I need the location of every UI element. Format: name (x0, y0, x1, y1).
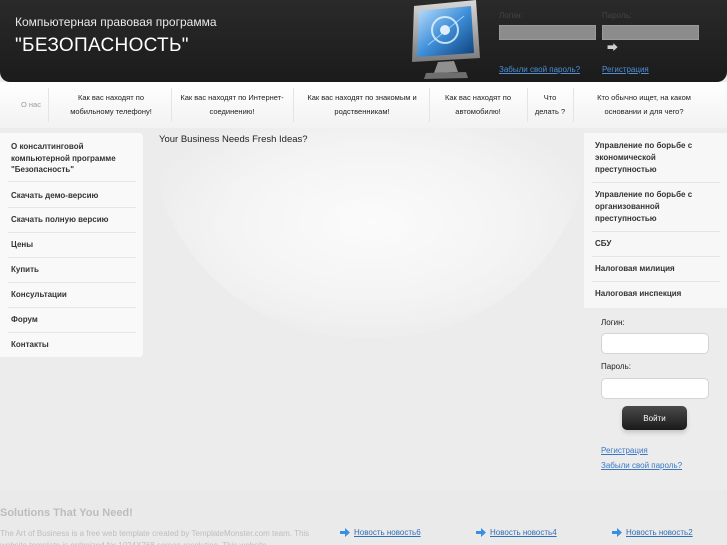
login-submit-button[interactable]: Войти (622, 406, 687, 430)
content-title: Your Business Needs Fresh Ideas? (159, 134, 308, 145)
header-register-link[interactable]: Регистрация (602, 65, 649, 74)
header-login-label: Логин: (499, 11, 523, 20)
header-forgot-password-link[interactable]: Забыли свой пароль? (499, 65, 580, 74)
nav-item-about[interactable]: О нас (14, 82, 48, 128)
nav-divider (527, 88, 528, 122)
left-menu-item-buy[interactable]: Купить (0, 264, 143, 276)
nav-divider (293, 88, 294, 122)
header-login-input[interactable] (499, 25, 596, 40)
left-menu-item-about-program[interactable]: О консалтинговой компьютерной программе … (0, 141, 143, 176)
nav-item-what-to-do[interactable]: Что делать ? (530, 82, 570, 128)
form-password-label: Пароль: (601, 362, 631, 371)
left-menu-item-full[interactable]: Скачать полную версию (0, 214, 143, 226)
left-menu-item-demo[interactable]: Скачать демо-версию (0, 190, 143, 202)
left-sidebar-menu: О консалтинговой компьютерной программе … (0, 133, 143, 357)
right-menu-item-economic-crime[interactable]: Управление по борьбе с экономической пре… (584, 140, 727, 176)
menu-divider (592, 281, 720, 282)
right-menu-item-tax-police[interactable]: Налоговая милиция (584, 263, 727, 275)
site-tagline: Компьютерная правовая программа (15, 15, 217, 29)
nav-item-internet[interactable]: Как вас находят по Интернет-соединению! (178, 82, 286, 128)
footer-news-label: Новость новость4 (490, 528, 557, 537)
right-menu-item-sbu[interactable]: СБУ (584, 238, 727, 250)
footer-news-label: Новость новость2 (626, 528, 693, 537)
arrow-right-icon (612, 528, 622, 537)
footer-news-label: Новость новость6 (354, 528, 421, 537)
nav-item-acquaintances[interactable]: Как вас находят по знакомым и родственни… (298, 82, 426, 128)
footer-news-link[interactable]: Новость новость6 (340, 528, 421, 537)
form-forgot-password-link[interactable]: Забыли свой пароль? (601, 461, 682, 470)
form-login-label: Логин: (601, 318, 625, 327)
menu-divider (592, 182, 720, 183)
footer-news-link[interactable]: Новость новость4 (476, 528, 557, 537)
footer: Solutions That You Need! The Art of Busi… (0, 490, 727, 545)
nav-item-mobile[interactable]: Как вас находят по мобильному телефону! (55, 82, 167, 128)
left-menu-item-prices[interactable]: Цены (0, 239, 143, 251)
header: Компьютерная правовая программа "БЕЗОПАС… (0, 0, 727, 82)
menu-divider (592, 231, 720, 232)
menu-divider (8, 332, 136, 333)
nav-divider (171, 88, 172, 122)
left-menu-item-forum[interactable]: Форум (0, 314, 143, 326)
nav-divider (48, 88, 49, 122)
right-sidebar-menu: Управление по борьбе с экономической пре… (584, 133, 727, 308)
footer-news-link[interactable]: Новость новость2 (612, 528, 693, 537)
arrow-right-icon (340, 528, 350, 537)
right-menu-item-tax-inspection[interactable]: Налоговая инспекция (584, 288, 727, 300)
left-menu-item-consultations[interactable]: Консультации (0, 289, 143, 301)
nav-divider (429, 88, 430, 122)
content-glow (150, 128, 590, 338)
arrow-right-icon (476, 528, 486, 537)
main-nav: О нас Как вас находят по мобильному теле… (0, 82, 727, 128)
menu-divider (8, 181, 136, 182)
header-password-input[interactable] (602, 25, 699, 40)
form-password-input[interactable] (601, 378, 709, 399)
menu-divider (8, 232, 136, 233)
form-login-input[interactable] (601, 333, 709, 354)
menu-divider (8, 257, 136, 258)
menu-divider (8, 207, 136, 208)
nav-item-car[interactable]: Как вас находят по автомобилю! (434, 82, 522, 128)
form-register-link[interactable]: Регистрация (601, 446, 648, 455)
site-title: "БЕЗОПАСНОСТЬ" (15, 35, 189, 56)
nav-divider (573, 88, 574, 122)
footer-title: Solutions That You Need! (0, 507, 133, 519)
monitor-logo-icon (412, 0, 480, 79)
menu-divider (8, 307, 136, 308)
menu-divider (8, 282, 136, 283)
footer-text: The Art of Business is a free web templa… (0, 529, 310, 545)
header-password-label: Пароль: (602, 11, 632, 20)
login-enter-icon[interactable]: ⮕ (607, 42, 621, 54)
left-menu-item-contacts[interactable]: Контакты (0, 339, 143, 351)
right-menu-item-organized-crime[interactable]: Управление по борьбе с организованной пр… (584, 189, 727, 225)
menu-divider (592, 256, 720, 257)
nav-item-who-searches[interactable]: Кто обычно ищет, на каком основании и дл… (578, 82, 710, 128)
